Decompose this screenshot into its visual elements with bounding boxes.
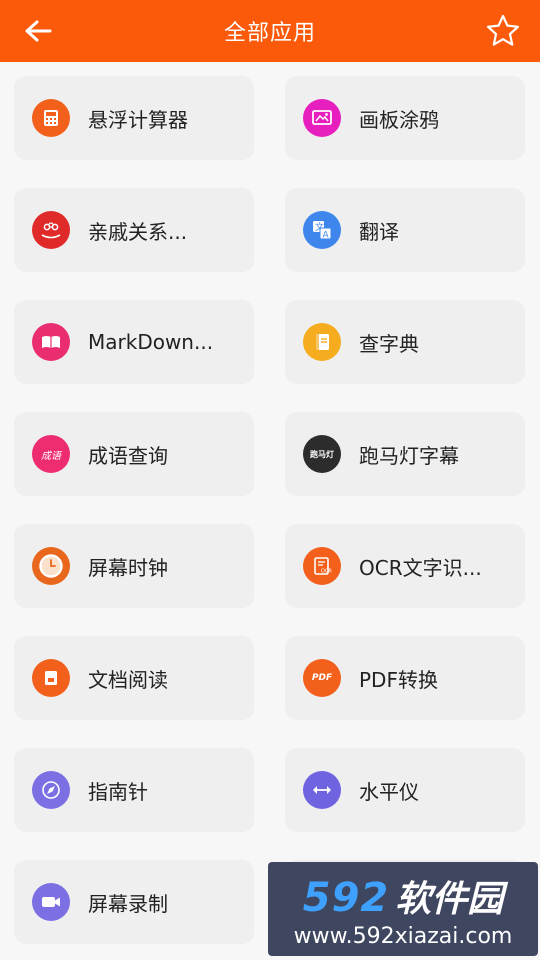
relatives-icon bbox=[32, 211, 70, 249]
site-watermark: 592 软件园 www.592xiazai.com bbox=[268, 862, 538, 956]
translate-icon: 文A bbox=[303, 211, 341, 249]
app-card-compass[interactable]: 指南针 bbox=[14, 748, 254, 832]
app-label: 跑马灯字幕 bbox=[359, 443, 459, 468]
app-label: 屏幕时钟 bbox=[88, 555, 168, 580]
app-card-markdown[interactable]: MarkDown... bbox=[14, 300, 254, 384]
page-title: 全部应用 bbox=[223, 21, 316, 46]
app-card-marquee[interactable]: 跑马灯 跑马灯字幕 bbox=[285, 412, 525, 496]
app-label: 查字典 bbox=[359, 331, 419, 356]
video-camera-icon bbox=[32, 883, 70, 921]
app-label: 文档阅读 bbox=[88, 667, 168, 692]
dictionary-icon bbox=[303, 323, 341, 361]
app-card-pdf-convert[interactable]: PDF PDF转换 bbox=[285, 636, 525, 720]
app-card-drawing-board[interactable]: 画板涂鸦 bbox=[285, 76, 525, 160]
app-card-idiom-query[interactable]: 成语 成语查询 bbox=[14, 412, 254, 496]
ocr-icon: OCR bbox=[303, 547, 341, 585]
app-label: OCR文字识... bbox=[359, 555, 482, 580]
app-card-dictionary[interactable]: 查字典 bbox=[285, 300, 525, 384]
app-card-floating-calculator[interactable]: 悬浮计算器 bbox=[14, 76, 254, 160]
app-label: 画板涂鸦 bbox=[359, 107, 439, 132]
pdf-icon: PDF bbox=[303, 659, 341, 697]
watermark-number: 592 bbox=[302, 874, 390, 921]
watermark-url: www.592xiazai.com bbox=[293, 923, 513, 949]
drawing-board-icon bbox=[303, 99, 341, 137]
app-card-document-reader[interactable]: 文档阅读 bbox=[14, 636, 254, 720]
arrow-left-icon bbox=[25, 20, 52, 42]
app-card-translate[interactable]: 文A 翻译 bbox=[285, 188, 525, 272]
pdf-icon-text: PDF bbox=[311, 673, 333, 683]
favorite-button[interactable] bbox=[484, 12, 522, 50]
book-icon bbox=[32, 323, 70, 361]
document-icon bbox=[32, 659, 70, 697]
app-label: 指南针 bbox=[88, 779, 148, 804]
level-icon bbox=[303, 771, 341, 809]
calculator-icon bbox=[32, 99, 70, 137]
svg-text:A: A bbox=[323, 231, 330, 241]
app-label: 亲戚关系... bbox=[88, 219, 188, 244]
app-card-screen-recording[interactable]: 屏幕录制 bbox=[14, 860, 254, 944]
idiom-icon: 成语 bbox=[32, 435, 70, 473]
idiom-icon-text: 成语 bbox=[41, 450, 61, 462]
marquee-icon: 跑马灯 bbox=[303, 435, 341, 473]
marquee-icon-text: 跑马灯 bbox=[310, 449, 334, 459]
back-button[interactable] bbox=[20, 14, 56, 48]
app-label: 屏幕录制 bbox=[88, 891, 168, 916]
star-icon bbox=[486, 14, 520, 46]
app-label: 翻译 bbox=[359, 219, 399, 244]
clock-icon bbox=[32, 547, 70, 585]
app-card-relatives[interactable]: 亲戚关系... bbox=[14, 188, 254, 272]
app-label: MarkDown... bbox=[88, 330, 214, 354]
app-card-spirit-level[interactable]: 水平仪 bbox=[285, 748, 525, 832]
watermark-logo: 592 软件园 bbox=[303, 870, 504, 922]
app-label: PDF转换 bbox=[359, 667, 438, 692]
app-label: 水平仪 bbox=[359, 779, 419, 804]
app-label: 成语查询 bbox=[88, 443, 168, 468]
ocr-icon-text: OCR bbox=[321, 569, 332, 575]
compass-icon bbox=[32, 771, 70, 809]
watermark-name: 软件园 bbox=[395, 878, 504, 920]
app-card-screen-clock[interactable]: 屏幕时钟 bbox=[14, 524, 254, 608]
app-card-ocr[interactable]: OCR OCR文字识... bbox=[285, 524, 525, 608]
app-header: 全部应用 bbox=[0, 0, 540, 62]
app-label: 悬浮计算器 bbox=[88, 107, 188, 132]
